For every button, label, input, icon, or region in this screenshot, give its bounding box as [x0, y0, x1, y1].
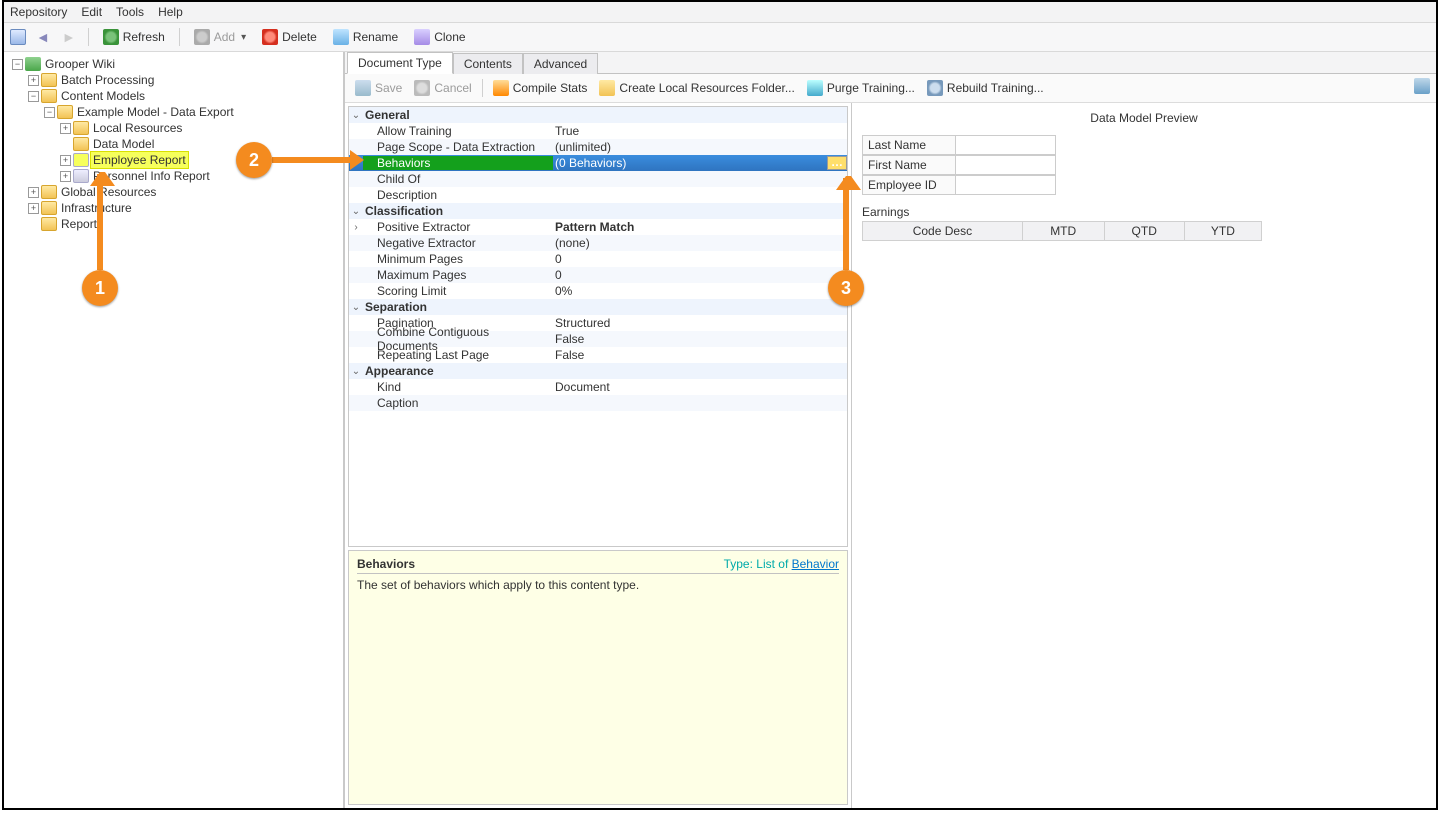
tree-root[interactable]: Grooper Wiki	[43, 56, 117, 72]
tree-pane: −Grooper Wiki +Batch Processing −Content…	[4, 52, 344, 808]
callout-2-arrow	[272, 157, 352, 163]
prop-max-pages[interactable]: Maximum Pages	[363, 268, 553, 282]
field-first-name-input[interactable]	[956, 155, 1056, 175]
folder-icon	[73, 121, 89, 135]
nav-back-button[interactable]: ◄	[34, 29, 52, 45]
folder-icon	[41, 201, 57, 215]
folder-icon	[41, 185, 57, 199]
clone-button[interactable]: Clone	[410, 27, 469, 47]
callout-3-arrow	[843, 178, 849, 270]
compile-stats-button[interactable]: Compile Stats	[489, 78, 592, 98]
rename-icon	[333, 29, 349, 45]
delete-button[interactable]: Delete	[258, 27, 321, 47]
menu-help[interactable]: Help	[158, 5, 183, 19]
menu-edit[interactable]: Edit	[81, 5, 102, 19]
prop-caption[interactable]: Caption	[363, 396, 553, 410]
save-button[interactable]: Save	[351, 78, 406, 98]
folder-icon	[41, 89, 57, 103]
desc-type-link[interactable]: Behavior	[792, 557, 839, 571]
field-employee-id-input[interactable]	[956, 175, 1056, 195]
description-panel: Behaviors Type: List of Behavior The set…	[348, 550, 848, 805]
field-first-name-label: First Name	[862, 155, 956, 175]
prop-description[interactable]: Description	[363, 188, 553, 202]
prop-positive-extractor[interactable]: Positive Extractor	[363, 220, 553, 234]
desc-body: The set of behaviors which apply to this…	[357, 578, 839, 592]
tab-contents[interactable]: Contents	[453, 53, 523, 74]
callout-3: 3	[828, 270, 864, 306]
prop-negative-extractor[interactable]: Negative Extractor	[363, 236, 553, 250]
rebuild-icon	[927, 80, 943, 96]
prop-page-scope[interactable]: Page Scope - Data Extraction	[363, 140, 553, 154]
callout-2: 2	[236, 142, 272, 178]
prop-behaviors[interactable]: Behaviors	[363, 156, 553, 170]
nav-forward-button[interactable]: ►	[60, 29, 78, 45]
tree-batch-processing[interactable]: Batch Processing	[59, 72, 156, 88]
group-separation[interactable]: Separation	[363, 300, 553, 314]
delete-icon	[262, 29, 278, 45]
folder-icon	[73, 137, 89, 151]
callout-1-arrow	[97, 174, 103, 270]
tree-data-model[interactable]: Data Model	[91, 136, 156, 152]
folder-icon	[599, 80, 615, 96]
main-toolbar: ◄ ► Refresh Add Delete Rename Clone	[4, 23, 1436, 52]
settings-icon[interactable]	[1414, 78, 1430, 94]
add-icon	[194, 29, 210, 45]
prop-min-pages[interactable]: Minimum Pages	[363, 252, 553, 266]
col-mtd[interactable]: MTD	[1022, 222, 1104, 241]
earnings-table: Code Desc MTD QTD YTD	[862, 221, 1262, 241]
rebuild-training-button[interactable]: Rebuild Training...	[923, 78, 1048, 98]
earnings-label: Earnings	[862, 205, 1426, 219]
window-icon[interactable]	[10, 29, 26, 45]
save-icon	[355, 80, 371, 96]
field-employee-id-label: Employee ID	[862, 175, 956, 195]
prop-scoring-limit[interactable]: Scoring Limit	[363, 284, 553, 298]
preview-title: Data Model Preview	[862, 111, 1426, 125]
tree-content-models[interactable]: Content Models	[59, 88, 147, 104]
chart-icon	[493, 80, 509, 96]
tree-global-resources[interactable]: Global Resources	[59, 184, 158, 200]
callout-1: 1	[82, 270, 118, 306]
tabs: Document Type Contents Advanced	[345, 52, 1436, 74]
cancel-icon	[414, 80, 430, 96]
purge-icon	[807, 80, 823, 96]
property-grid[interactable]: ⌄General Allow TrainingTrue Page Scope -…	[348, 106, 848, 547]
group-general[interactable]: General	[363, 108, 553, 122]
purge-training-button[interactable]: Purge Training...	[803, 78, 919, 98]
prop-allow-training[interactable]: Allow Training	[363, 124, 553, 138]
tree[interactable]: −Grooper Wiki +Batch Processing −Content…	[8, 56, 343, 232]
desc-title: Behaviors	[357, 557, 415, 571]
cancel-button[interactable]: Cancel	[410, 78, 475, 98]
root-icon	[25, 57, 41, 71]
menu-repository[interactable]: Repository	[10, 5, 67, 19]
col-code-desc[interactable]: Code Desc	[863, 222, 1023, 241]
prop-child-of[interactable]: Child Of	[363, 172, 553, 186]
rename-button[interactable]: Rename	[329, 27, 402, 47]
group-classification[interactable]: Classification	[363, 204, 553, 218]
menu-bar: Repository Edit Tools Help	[4, 2, 1436, 23]
col-ytd[interactable]: YTD	[1184, 222, 1261, 241]
folder-icon	[41, 73, 57, 87]
right-toolbar: Save Cancel Compile Stats Create Local R…	[345, 74, 1436, 103]
tree-local-resources[interactable]: Local Resources	[91, 120, 184, 136]
folder-icon	[57, 105, 73, 119]
tree-example-model[interactable]: Example Model - Data Export	[75, 104, 236, 120]
menu-tools[interactable]: Tools	[116, 5, 144, 19]
prop-kind[interactable]: Kind	[363, 380, 553, 394]
clone-icon	[414, 29, 430, 45]
field-last-name-label: Last Name	[862, 135, 956, 155]
tab-advanced[interactable]: Advanced	[523, 53, 598, 74]
add-button[interactable]: Add	[190, 27, 250, 47]
group-appearance[interactable]: Appearance	[363, 364, 553, 378]
doc-icon	[73, 169, 89, 183]
refresh-button[interactable]: Refresh	[99, 27, 169, 47]
refresh-icon	[103, 29, 119, 45]
preview-panel: Data Model Preview Last Name First Name …	[852, 103, 1436, 808]
prop-repeating[interactable]: Repeating Last Page	[363, 348, 553, 362]
tab-document-type[interactable]: Document Type	[347, 52, 453, 74]
col-qtd[interactable]: QTD	[1104, 222, 1184, 241]
field-last-name-input[interactable]	[956, 135, 1056, 155]
folder-icon	[41, 217, 57, 231]
create-local-resources-button[interactable]: Create Local Resources Folder...	[595, 78, 798, 98]
doc-icon	[73, 153, 89, 167]
